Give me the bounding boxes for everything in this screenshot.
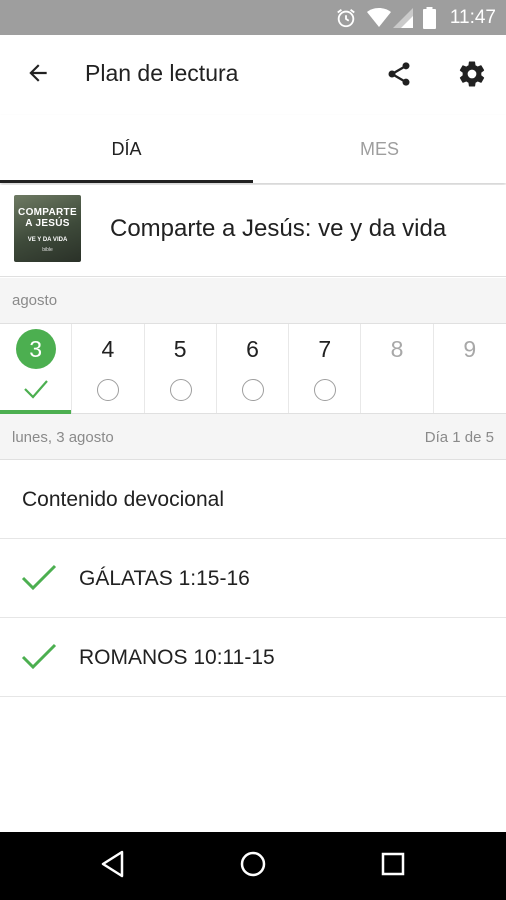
tab-dia[interactable]: DÍA <box>0 115 253 183</box>
plan-title: Comparte a Jesús: ve y da vida <box>110 215 447 242</box>
thumbnail-title: COMPARTE A JESÚS <box>14 207 81 229</box>
day-cell[interactable]: 5 <box>145 324 217 413</box>
gear-icon <box>457 59 487 94</box>
nav-home-button[interactable] <box>233 848 273 884</box>
app-bar: Plan de lectura <box>0 35 506 115</box>
system-nav-bar <box>0 832 506 900</box>
share-button[interactable] <box>380 57 418 95</box>
page-title: Plan de lectura <box>85 60 239 86</box>
back-button[interactable] <box>20 57 56 93</box>
reading-item[interactable]: ROMANOS 10:11-15 <box>0 618 506 697</box>
devotional-label: Contenido devocional <box>22 488 224 511</box>
date-info-bar: lunes, 3 agosto Día 1 de 5 <box>0 414 506 460</box>
day-number: 7 <box>318 336 332 362</box>
status-time: 11:47 <box>449 6 496 28</box>
signal-icon <box>392 7 413 28</box>
day-progress: Día 1 de 5 <box>424 429 494 446</box>
incomplete-circle-icon <box>241 379 264 401</box>
thumbnail-line-2: A JESÚS <box>25 218 70 229</box>
thumbnail-subtitle: VE Y DA VIDA <box>27 237 68 243</box>
thumbnail-brand: bible <box>42 247 53 253</box>
reading-item[interactable]: GÁLATAS 1:15-16 <box>0 539 506 618</box>
day-number: 5 <box>173 336 187 362</box>
day-cell[interactable]: 7 <box>289 324 362 413</box>
day-cell[interactable]: 6 <box>217 324 290 413</box>
wifi-icon <box>366 7 391 28</box>
nav-back-button[interactable] <box>93 848 133 884</box>
battery-icon <box>422 6 436 29</box>
devotional-content-item[interactable]: Contenido devocional <box>0 460 506 539</box>
day-number: 9 <box>463 336 477 362</box>
incomplete-circle-icon <box>169 379 192 401</box>
day-number: 4 <box>101 336 115 362</box>
status-bar: 11:47 <box>0 0 506 35</box>
day-strip: 3 4 5 6 7 8 9 <box>0 324 506 414</box>
day-cell[interactable]: 9 <box>434 324 506 413</box>
checkmark-icon <box>22 378 50 400</box>
day-number: 8 <box>390 336 404 362</box>
plan-header: COMPARTE A JESÚS VE Y DA VIDA bible Comp… <box>0 185 506 277</box>
home-circle-icon <box>239 850 267 883</box>
tab-bar: DÍA MES <box>0 115 506 183</box>
checkmark-icon <box>20 642 58 672</box>
settings-button[interactable] <box>453 57 491 95</box>
day-cell[interactable]: 8 <box>361 324 434 413</box>
month-header: agosto <box>0 278 506 324</box>
incomplete-circle-icon <box>314 379 337 401</box>
incomplete-circle-icon <box>97 379 120 401</box>
thumbnail-line-1: COMPARTE <box>18 207 77 218</box>
share-icon <box>385 59 413 94</box>
reading-label: GÁLATAS 1:15-16 <box>79 567 250 590</box>
reading-label: ROMANOS 10:11-15 <box>79 646 275 669</box>
tab-mes[interactable]: MES <box>253 115 506 183</box>
day-number: 6 <box>246 336 259 362</box>
day-cell[interactable]: 3 <box>0 324 73 414</box>
back-triangle-icon <box>100 850 126 883</box>
day-number: 3 <box>29 336 43 362</box>
plan-thumbnail[interactable]: COMPARTE A JESÚS VE Y DA VIDA bible <box>14 195 81 262</box>
day-cell[interactable]: 4 <box>72 324 145 413</box>
back-arrow-icon <box>25 60 51 91</box>
selected-date: lunes, 3 agosto <box>12 429 114 446</box>
alarm-icon <box>335 7 357 29</box>
recents-square-icon <box>381 852 405 881</box>
checkmark-icon <box>20 563 58 593</box>
nav-recents-button[interactable] <box>373 848 413 884</box>
month-label: agosto <box>12 292 58 309</box>
